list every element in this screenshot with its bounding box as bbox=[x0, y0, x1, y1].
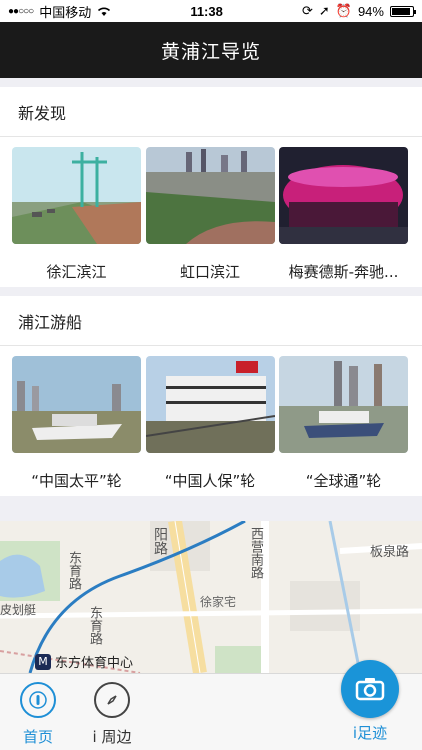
tab-nearby[interactable]: i 周边 bbox=[82, 682, 142, 747]
map-label-road: 东育路 bbox=[66, 551, 81, 590]
metro-station-marker[interactable]: M 东方体育中心 bbox=[35, 652, 133, 671]
card-china-taiping-ship[interactable]: “中国太平”轮 bbox=[12, 356, 141, 496]
card-image bbox=[12, 356, 141, 453]
card-image bbox=[279, 356, 408, 453]
camera-button[interactable] bbox=[341, 660, 399, 718]
card-image bbox=[145, 147, 275, 244]
card-title: “中国太平”轮 bbox=[31, 472, 122, 490]
map-label-road: 西营南路 bbox=[248, 527, 263, 579]
map-label-road: 东育路 bbox=[87, 606, 102, 645]
section-river-cruise: 浦江游船 “中国太平”轮 “中国人保”轮 “全球通”轮 bbox=[0, 296, 422, 496]
metro-icon: M bbox=[35, 653, 51, 670]
signal-dots-icon: ●●○○○ bbox=[8, 5, 34, 17]
tab-nearby-label: i 周边 bbox=[92, 728, 132, 746]
card-image bbox=[12, 147, 141, 244]
compass-icon bbox=[94, 682, 130, 718]
page-title: 黄浦江导览 bbox=[160, 40, 261, 63]
rotation-lock-icon: ⟳ bbox=[301, 3, 313, 18]
battery-icon bbox=[389, 5, 416, 17]
card-mercedes-benz-arena[interactable]: 梅赛德斯-奔驰... bbox=[279, 147, 408, 287]
status-bar: ●●○○○ 中国移动 11:38 ⟳ ➚ ⏰ 94% bbox=[0, 0, 422, 22]
status-time: 11:38 bbox=[190, 3, 223, 19]
card-title: 梅赛德斯-奔驰... bbox=[288, 263, 399, 281]
section-title: 浦江游船 bbox=[0, 296, 422, 346]
map-label-road: 板泉路 bbox=[370, 545, 410, 560]
card-china-renbao-ship[interactable]: “中国人保”轮 bbox=[145, 356, 275, 496]
card-image bbox=[145, 356, 275, 453]
card-hongkou-riverside[interactable]: 虹口滨江 bbox=[145, 147, 275, 287]
card-title: “全球通”轮 bbox=[305, 472, 382, 490]
map-label-place: 徐家宅 bbox=[200, 595, 237, 609]
tab-home-label: 首页 bbox=[22, 728, 53, 746]
card-title: “中国人保”轮 bbox=[164, 472, 256, 490]
metro-station-label: 东方体育中心 bbox=[55, 656, 134, 671]
wifi-icon bbox=[98, 7, 111, 16]
camera-icon bbox=[355, 678, 385, 701]
home-compass-icon bbox=[20, 682, 56, 718]
tab-home[interactable]: 首页 bbox=[8, 682, 68, 747]
nav-bar: 黄浦江导览 bbox=[0, 22, 422, 78]
map-label-road: 阳路 bbox=[152, 527, 168, 555]
carrier-label: 中国移动 bbox=[39, 4, 92, 20]
battery-percent: 94% bbox=[357, 3, 384, 19]
card-quanqiutong-ship[interactable]: “全球通”轮 bbox=[279, 356, 408, 496]
card-image bbox=[279, 147, 408, 244]
card-title: 徐汇滨江 bbox=[46, 263, 107, 281]
map-label-place: 皮划艇 bbox=[0, 603, 37, 617]
card-title: 虹口滨江 bbox=[179, 263, 240, 281]
tab-footprint-label[interactable]: i足迹 bbox=[340, 722, 400, 743]
map-view[interactable]: 东育路 东育路 阳路 西营南路 板泉路 徐家宅 皮划艇 M 东方体育中心 bbox=[0, 521, 422, 673]
section-discover: 新发现 徐汇滨江 虹口滨江 梅赛德斯-奔驰... bbox=[0, 87, 422, 287]
section-title: 新发现 bbox=[0, 87, 422, 137]
card-xuhui-riverside[interactable]: 徐汇滨江 bbox=[12, 147, 141, 287]
location-arrow-icon: ➚ bbox=[318, 3, 330, 18]
alarm-icon: ⏰ bbox=[335, 3, 352, 18]
